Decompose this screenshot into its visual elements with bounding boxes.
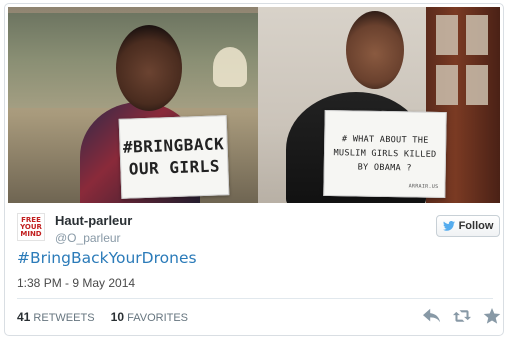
retweets-label[interactable]: RETWEETS: [33, 312, 94, 324]
retweets-count[interactable]: 41: [17, 310, 30, 324]
tweet-stats: 41 RETWEETS 10 FAVORITES: [17, 310, 188, 324]
sign-bring-back-our-girls: #BRINGBACK OUR GIRLS: [118, 115, 230, 199]
person-right-head: [346, 11, 404, 89]
sign-right-text: # WHAT ABOUT THE MUSLIM GIRLS KILLED BY …: [333, 134, 437, 174]
user-handle[interactable]: @O_parleur: [55, 231, 121, 245]
tweet-card: #BRINGBACK OUR GIRLS # WHAT ABOUT THE MU…: [4, 3, 504, 336]
reply-icon[interactable]: [423, 308, 441, 324]
follow-label: Follow: [458, 220, 494, 232]
favorite-icon[interactable]: [483, 308, 501, 324]
favorites-label[interactable]: FAVORITES: [127, 312, 188, 324]
door-pane: [436, 65, 458, 105]
door-pane: [466, 15, 488, 55]
twitter-bird-icon: [442, 221, 455, 231]
tweet-photo[interactable]: #BRINGBACK OUR GIRLS # WHAT ABOUT THE MU…: [8, 7, 500, 203]
tweet-actions: [423, 308, 501, 324]
sign-left-text: #BRINGBACK OUR GIRLS: [122, 134, 225, 179]
follow-button[interactable]: Follow: [436, 215, 500, 237]
divider: [17, 298, 493, 299]
user-name[interactable]: Haut-parleur: [55, 213, 132, 228]
favorites-count[interactable]: 10: [111, 310, 124, 324]
person-left-head: [116, 25, 182, 111]
sign-what-about-muslim-girls: # WHAT ABOUT THE MUSLIM GIRLS KILLED BY …: [323, 109, 447, 199]
sign-credit: ARRAIR.US: [408, 183, 439, 190]
door-pane: [436, 15, 458, 55]
door-pane: [466, 65, 488, 105]
retweet-icon[interactable]: [453, 308, 471, 324]
avatar[interactable]: FREE YOUR MIND: [17, 213, 45, 241]
tweet-hashtag-link[interactable]: #BringBackYourDrones: [17, 249, 197, 267]
tweet-timestamp[interactable]: 1:38 PM - 9 May 2014: [17, 276, 135, 290]
avatar-text: MIND: [20, 229, 42, 238]
lamp: [213, 47, 247, 87]
